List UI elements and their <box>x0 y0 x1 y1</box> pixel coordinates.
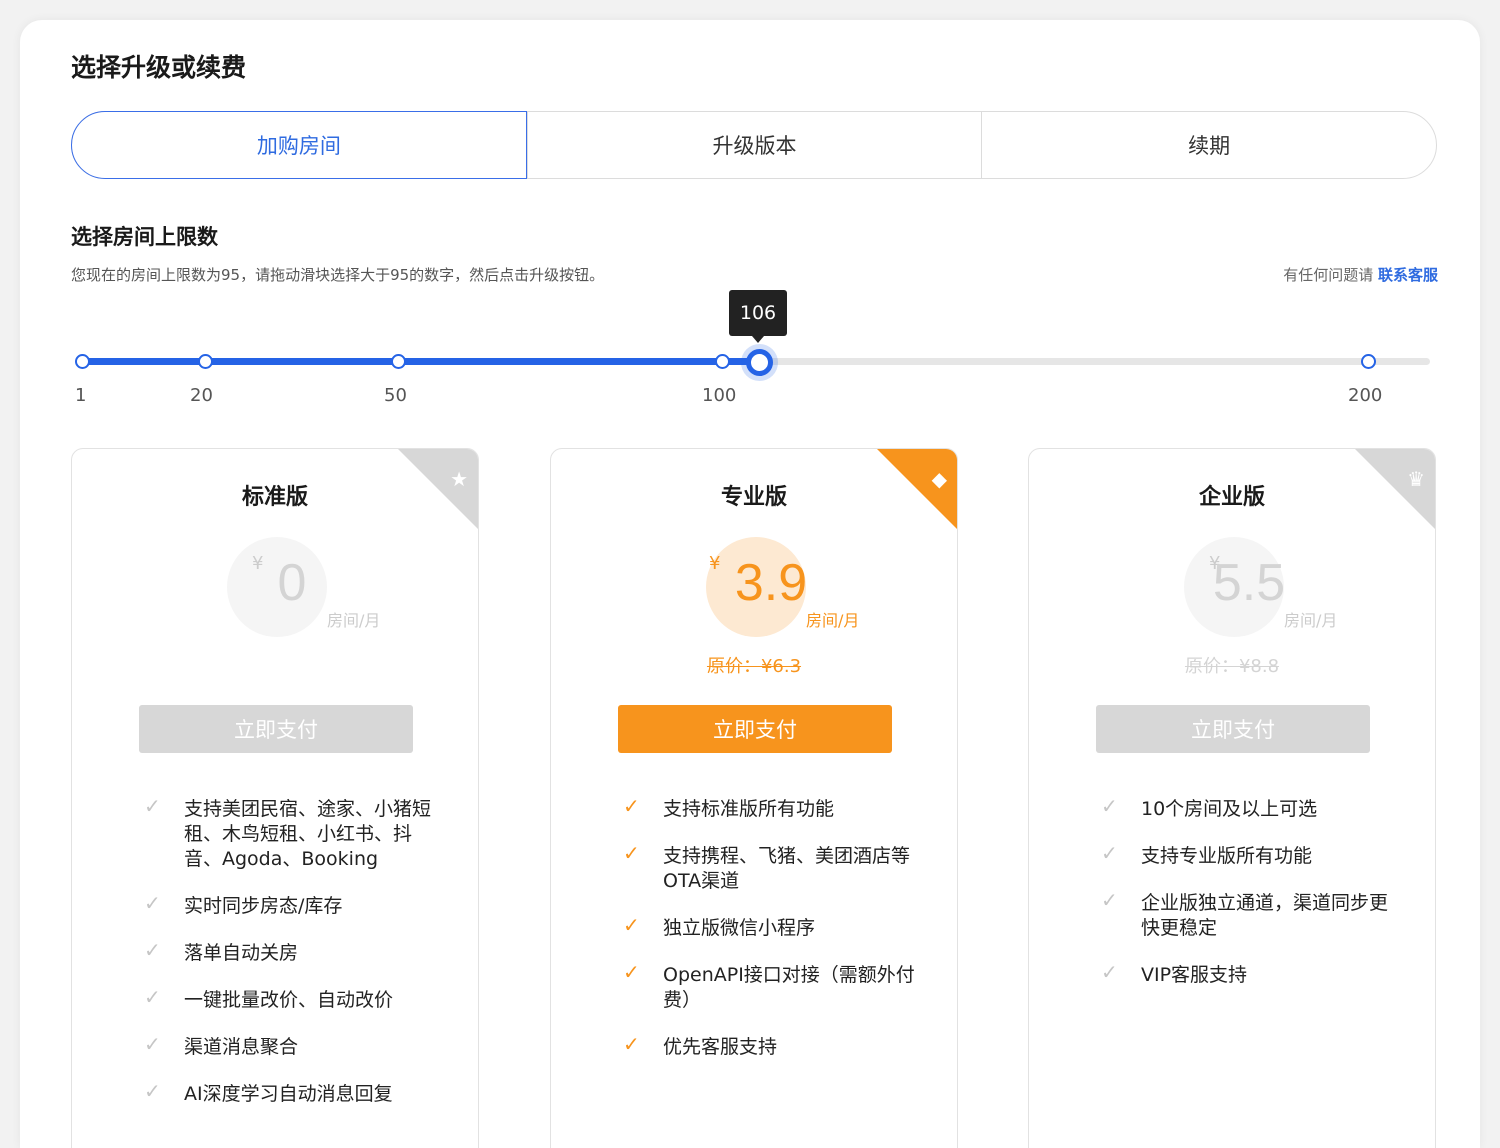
check-icon: ✓ <box>144 891 161 915</box>
section-hint: 您现在的房间上限数为95，请拖动滑块选择大于95的数字，然后点击升级按钮。 <box>71 266 605 284</box>
check-icon: ✓ <box>144 985 161 1009</box>
price-unit: 房间/月 <box>1284 611 1338 630</box>
check-icon: ✓ <box>623 794 640 818</box>
slider-fill <box>82 358 758 365</box>
check-icon: ✓ <box>623 960 640 984</box>
feature-item: ✓ 实时同步房态/库存 <box>144 891 343 917</box>
feature-item: ✓ 渠道消息聚合 <box>144 1032 299 1058</box>
feature-list: ✓ 支持标准版所有功能 ✓ 支持携程、飞猪、美团酒店等OTA渠道 ✓ 独立版微信小程序… <box>623 794 923 1082</box>
feature-item: ✓ VIP客服支持 <box>1101 960 1248 986</box>
plan-price: 5.5 <box>1212 554 1286 612</box>
check-icon: ✓ <box>1101 960 1118 984</box>
feature-item: ✓ 独立版微信小程序 <box>623 913 816 939</box>
check-icon: ✓ <box>1101 794 1118 818</box>
feature-item: ✓ 一键批量改价、自动改价 <box>144 985 394 1011</box>
feature-item: ✓ 支持美团民宿、途家、小猪短租、木鸟短租、小红书、抖音、Agoda、Bookin… <box>144 794 432 870</box>
tab-add-rooms[interactable]: 加购房间 <box>71 111 527 179</box>
original-price: 原价：¥6.3 <box>706 656 802 677</box>
plan-price: 3.9 <box>734 554 808 612</box>
feature-item: ✓ 支持专业版所有功能 <box>1101 841 1313 867</box>
check-icon: ✓ <box>623 1032 640 1056</box>
feature-list: ✓ 支持美团民宿、途家、小猪短租、木鸟短租、小红书、抖音、Agoda、Bookin… <box>144 794 444 1129</box>
feature-item: ✓ 10个房间及以上可选 <box>1101 794 1318 820</box>
original-price: 原价：¥8.8 <box>1184 656 1280 677</box>
check-icon: ✓ <box>144 1079 161 1103</box>
feature-item: ✓ 支持标准版所有功能 <box>623 794 835 820</box>
price-unit: 房间/月 <box>806 611 860 630</box>
plan-card-enterprise: ♛ 企业版 ¥ 5.5 房间/月 原价：¥8.8 立即支付 ✓ 10个房间及以上可… <box>1028 448 1436 1148</box>
tick-label: 200 <box>1348 385 1383 406</box>
check-icon: ✓ <box>144 938 161 962</box>
feature-item: ✓ 优先客服支持 <box>623 1032 778 1058</box>
feature-item: ✓ 企业版独立通道，渠道同步更快更稳定 <box>1101 888 1389 939</box>
tick-label: 20 <box>190 385 213 406</box>
tab-upgrade-version[interactable]: 升级版本 <box>526 112 982 178</box>
check-icon: ✓ <box>623 913 640 937</box>
help-prefix: 有任何问题请 <box>1283 266 1374 284</box>
tab-bar: 加购房间 升级版本 续期 <box>71 111 1437 179</box>
feature-list: ✓ 10个房间及以上可选 ✓ 支持专业版所有功能 ✓ 企业版独立通道，渠道同步更快更稳… <box>1101 794 1401 1010</box>
slider-handle[interactable] <box>746 349 773 376</box>
tick-label: 100 <box>702 385 737 406</box>
contact-support-link[interactable]: 联系客服 <box>1378 266 1438 284</box>
help-text: 有任何问题请 联系客服 <box>1283 264 1438 285</box>
check-icon: ✓ <box>1101 888 1118 912</box>
feature-item: ✓ AI深度学习自动消息回复 <box>144 1079 393 1105</box>
upgrade-panel: 选择升级或续费 加购房间 升级版本 续期 选择房间上限数 您现在的房间上限数为9… <box>20 20 1480 1148</box>
slider-mark-200[interactable] <box>1361 354 1376 369</box>
slider-mark-1[interactable] <box>75 354 90 369</box>
pay-now-button[interactable]: 立即支付 <box>1096 705 1370 753</box>
tick-label: 1 <box>75 385 87 406</box>
plan-card-standard: ★ 标准版 ¥ 0 房间/月 立即支付 ✓ 支持美团民宿、途家、小猪短租、木鸟短租… <box>71 448 479 1148</box>
tick-label: 50 <box>384 385 407 406</box>
feature-item: ✓ 支持携程、飞猪、美团酒店等OTA渠道 <box>623 841 911 892</box>
check-icon: ✓ <box>144 1032 161 1056</box>
pay-now-button[interactable]: 立即支付 <box>618 705 892 753</box>
room-limit-slider[interactable]: 106 1 20 50 100 200 <box>20 290 1480 410</box>
feature-item: ✓ OpenAPI接口对接（需额外付费） <box>623 960 915 1011</box>
check-icon: ✓ <box>144 794 161 818</box>
feature-item: ✓ 落单自动关房 <box>144 938 299 964</box>
plan-price: 0 <box>277 554 307 612</box>
plan-card-pro: ◆ 专业版 ¥ 3.9 房间/月 原价：¥6.3 立即支付 ✓ 支持标准版所有功能… <box>550 448 958 1148</box>
page-title: 选择升级或续费 <box>71 53 247 82</box>
check-icon: ✓ <box>623 841 640 865</box>
tab-renew[interactable]: 续期 <box>981 112 1436 178</box>
slider-mark-100[interactable] <box>715 354 730 369</box>
slider-mark-20[interactable] <box>198 354 213 369</box>
check-icon: ✓ <box>1101 841 1118 865</box>
plan-title: 专业版 <box>720 485 787 510</box>
section-title: 选择房间上限数 <box>71 225 218 249</box>
slider-value-tooltip: 106 <box>729 290 787 343</box>
price-unit: 房间/月 <box>327 611 381 630</box>
plan-title: 企业版 <box>1198 485 1265 510</box>
slider-mark-50[interactable] <box>391 354 406 369</box>
pay-now-button[interactable]: 立即支付 <box>139 705 413 753</box>
plan-title: 标准版 <box>241 485 308 510</box>
